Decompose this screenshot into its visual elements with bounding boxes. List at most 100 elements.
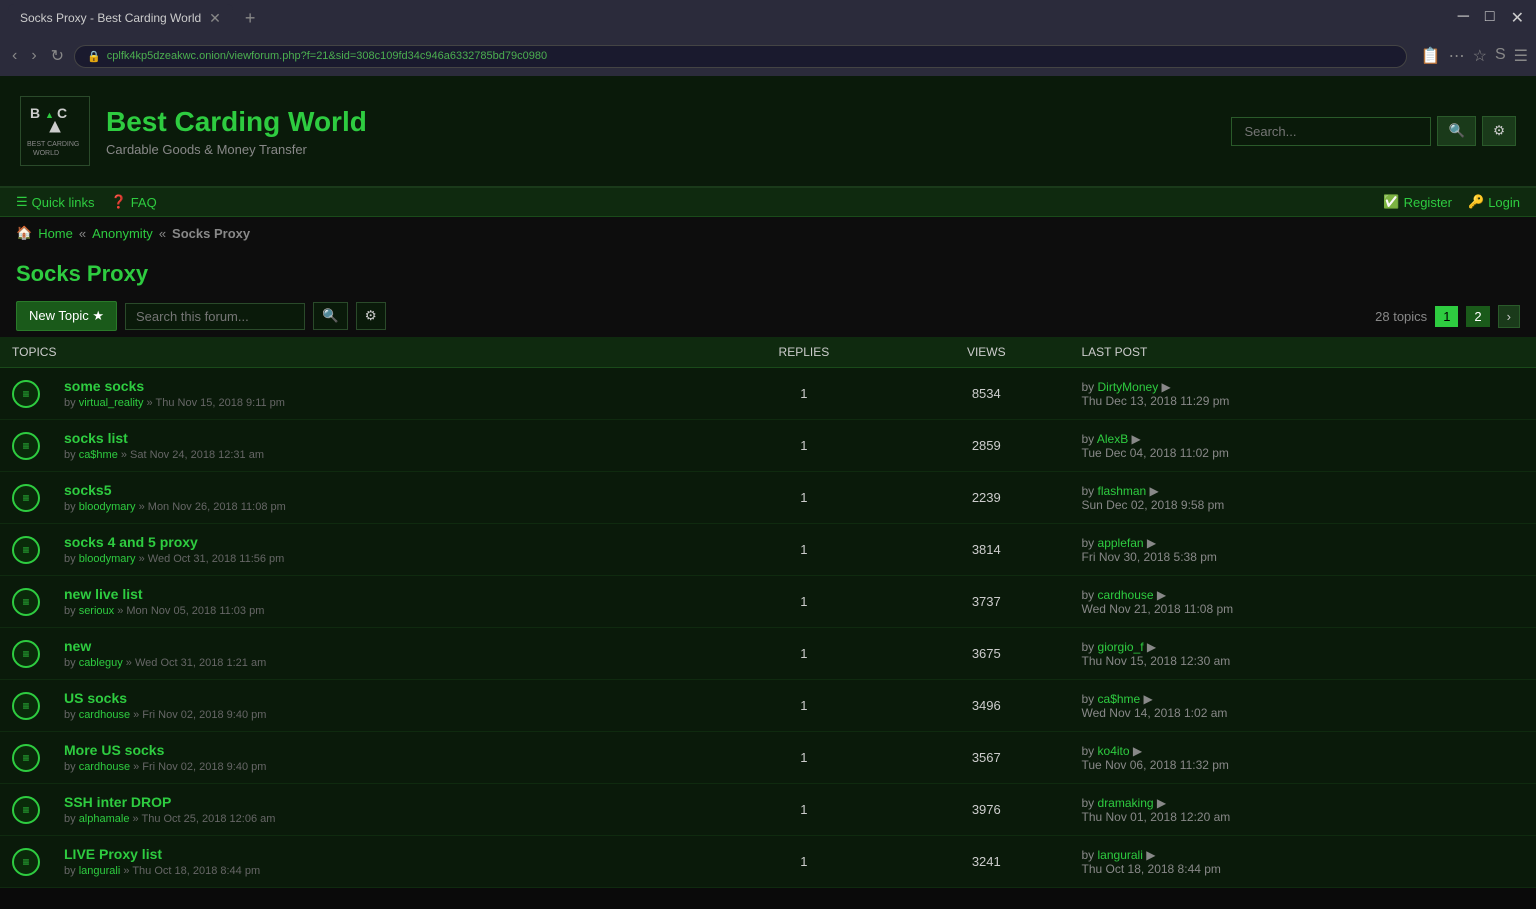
topic-replies-cell: 1 (705, 576, 903, 628)
star-icon[interactable]: ☆ (1473, 46, 1487, 66)
table-row: ≡ US socks by cardhouse » Fri Nov 02, 20… (0, 680, 1536, 732)
header-settings-button[interactable]: ⚙ (1482, 116, 1516, 146)
topic-icon-cell: ≡ (0, 420, 52, 472)
topics-table: TOPICS REPLIES VIEWS LAST POST ≡ some so… (0, 337, 1536, 888)
topic-replies-cell: 1 (705, 784, 903, 836)
topic-meta: by cardhouse » Fri Nov 02, 2018 9:40 pm (64, 709, 693, 721)
forum-search-button[interactable]: 🔍 (313, 302, 348, 330)
topic-title-link[interactable]: More US socks (64, 742, 164, 758)
topic-lastpost-cell: by ko4ito ▶ Tue Nov 06, 2018 11:32 pm (1070, 732, 1536, 784)
topic-author-link[interactable]: cableguy (79, 657, 123, 669)
topic-meta: by ca$hme » Sat Nov 24, 2018 12:31 am (64, 449, 693, 461)
page-content: B ▲ C BEST CARDING WORLD Best Carding Wo… (0, 76, 1536, 888)
forum-toolbar: New Topic ★ 🔍 ⚙ 28 topics 1 2 › (0, 295, 1536, 337)
topic-meta: by alphamale » Thu Oct 25, 2018 12:06 am (64, 813, 693, 825)
topic-meta: by virtual_reality » Thu Nov 15, 2018 9:… (64, 397, 693, 409)
topic-icon-cell: ≡ (0, 472, 52, 524)
forum-search-settings-button[interactable]: ⚙ (356, 302, 386, 330)
topic-lastpost-author-link[interactable]: giorgio_f (1098, 640, 1144, 654)
topic-author-link[interactable]: ca$hme (79, 449, 118, 461)
forward-button[interactable]: › (27, 43, 40, 69)
topic-author-link[interactable]: alphamale (79, 813, 130, 825)
new-tab-button[interactable]: + (239, 8, 262, 29)
topic-status-icon: ≡ (12, 796, 40, 824)
topic-replies-cell: 1 (705, 524, 903, 576)
topic-status-icon: ≡ (12, 536, 40, 564)
topic-views-cell: 3567 (903, 732, 1069, 784)
topic-lastpost-author-link[interactable]: langurali (1098, 848, 1143, 862)
topic-title-link[interactable]: new (64, 638, 91, 654)
topic-author-link[interactable]: cardhouse (79, 761, 130, 773)
faq-link[interactable]: ❓ FAQ (111, 194, 157, 210)
topic-author-link[interactable]: cardhouse (79, 709, 130, 721)
next-page-button[interactable]: › (1498, 305, 1520, 328)
sync-icon[interactable]: S (1495, 46, 1506, 66)
breadcrumb-anonymity[interactable]: Anonymity (92, 226, 153, 241)
topic-title-link[interactable]: socks5 (64, 482, 111, 498)
breadcrumb-sep1: « (79, 226, 86, 241)
more-icon[interactable]: ⋯ (1449, 46, 1465, 66)
topic-author-link[interactable]: virtual_reality (79, 397, 144, 409)
breadcrumb-current: Socks Proxy (172, 226, 250, 241)
topic-icon-cell: ≡ (0, 732, 52, 784)
topic-title-link[interactable]: some socks (64, 378, 144, 394)
topic-author-link[interactable]: bloodymary (79, 501, 136, 513)
svg-text:C: C (57, 105, 67, 121)
register-link[interactable]: ✅ Register (1383, 194, 1452, 210)
page-1-button[interactable]: 1 (1435, 306, 1458, 327)
topic-views-cell: 3976 (903, 784, 1069, 836)
topic-status-icon: ≡ (12, 640, 40, 668)
maximize-button[interactable]: □ (1481, 8, 1499, 28)
close-button[interactable]: ✕ (1507, 8, 1528, 28)
topic-replies-cell: 1 (705, 732, 903, 784)
topic-title-link[interactable]: socks 4 and 5 proxy (64, 534, 198, 550)
header-search-button[interactable]: 🔍 (1437, 116, 1476, 146)
topic-author-link[interactable]: langurali (79, 865, 121, 877)
header-search-input[interactable] (1231, 117, 1431, 146)
address-bar[interactable]: 🔒 cplfk4kp5dzeakwc.onion/viewforum.php?f… (74, 45, 1407, 68)
menu-icon[interactable]: ☰ (1514, 46, 1528, 66)
topic-author-link[interactable]: bloodymary (79, 553, 136, 565)
topic-title-link[interactable]: LIVE Proxy list (64, 846, 162, 862)
breadcrumb-home[interactable]: Home (38, 226, 73, 241)
forum-page-title: Socks Proxy (0, 249, 1536, 295)
quicklinks-button[interactable]: ☰ Quick links (16, 194, 95, 210)
topic-title-link[interactable]: SSH inter DROP (64, 794, 171, 810)
topic-lastpost-cell: by ca$hme ▶ Wed Nov 14, 2018 1:02 am (1070, 680, 1536, 732)
minimize-button[interactable]: ─ (1454, 8, 1473, 28)
topic-replies-cell: 1 (705, 368, 903, 420)
topic-title-link[interactable]: US socks (64, 690, 127, 706)
site-subtitle: Cardable Goods & Money Transfer (106, 142, 367, 157)
table-row: ≡ socks5 by bloodymary » Mon Nov 26, 201… (0, 472, 1536, 524)
new-topic-button[interactable]: New Topic ★ (16, 301, 117, 331)
topic-title-link[interactable]: new live list (64, 586, 143, 602)
topic-views-cell: 3241 (903, 836, 1069, 888)
topic-status-icon: ≡ (12, 848, 40, 876)
topic-icon-cell: ≡ (0, 836, 52, 888)
topic-lastpost-author-link[interactable]: flashman (1098, 484, 1147, 498)
logo-text: B ▲ C BEST CARDING WORLD (25, 100, 85, 163)
window-controls: ─ □ ✕ (1454, 8, 1528, 28)
col-views-header: VIEWS (903, 337, 1069, 368)
page-2-button[interactable]: 2 (1466, 306, 1489, 327)
topic-lastpost-author-link[interactable]: ca$hme (1098, 692, 1141, 706)
topic-lastpost-author-link[interactable]: DirtyMoney (1098, 380, 1159, 394)
login-link[interactable]: 🔑 Login (1468, 194, 1520, 210)
topic-lastpost-author-link[interactable]: cardhouse (1098, 588, 1154, 602)
topic-lastpost-author-link[interactable]: dramaking (1098, 796, 1154, 810)
topic-title-link[interactable]: socks list (64, 430, 128, 446)
topic-lastpost-author-link[interactable]: ko4ito (1098, 744, 1130, 758)
topic-lastpost-author-link[interactable]: AlexB (1097, 432, 1128, 446)
logo-area: B ▲ C BEST CARDING WORLD Best Carding Wo… (20, 96, 367, 166)
refresh-button[interactable]: ↻ (47, 42, 68, 70)
topic-lastpost-cell: by DirtyMoney ▶ Thu Dec 13, 2018 11:29 p… (1070, 368, 1536, 420)
back-button[interactable]: ‹ (8, 43, 21, 69)
tab-close-button[interactable]: ✕ (209, 10, 221, 27)
topic-author-link[interactable]: serioux (79, 605, 114, 617)
bookmark-icon[interactable]: 📋 (1421, 46, 1441, 66)
browser-tab[interactable]: Socks Proxy - Best Carding World ✕ (8, 4, 233, 33)
topic-title-cell: SSH inter DROP by alphamale » Thu Oct 25… (52, 784, 705, 836)
breadcrumb: 🏠 Home « Anonymity « Socks Proxy (0, 217, 1536, 249)
topic-lastpost-author-link[interactable]: applefan (1098, 536, 1144, 550)
forum-search-input[interactable] (125, 303, 305, 330)
